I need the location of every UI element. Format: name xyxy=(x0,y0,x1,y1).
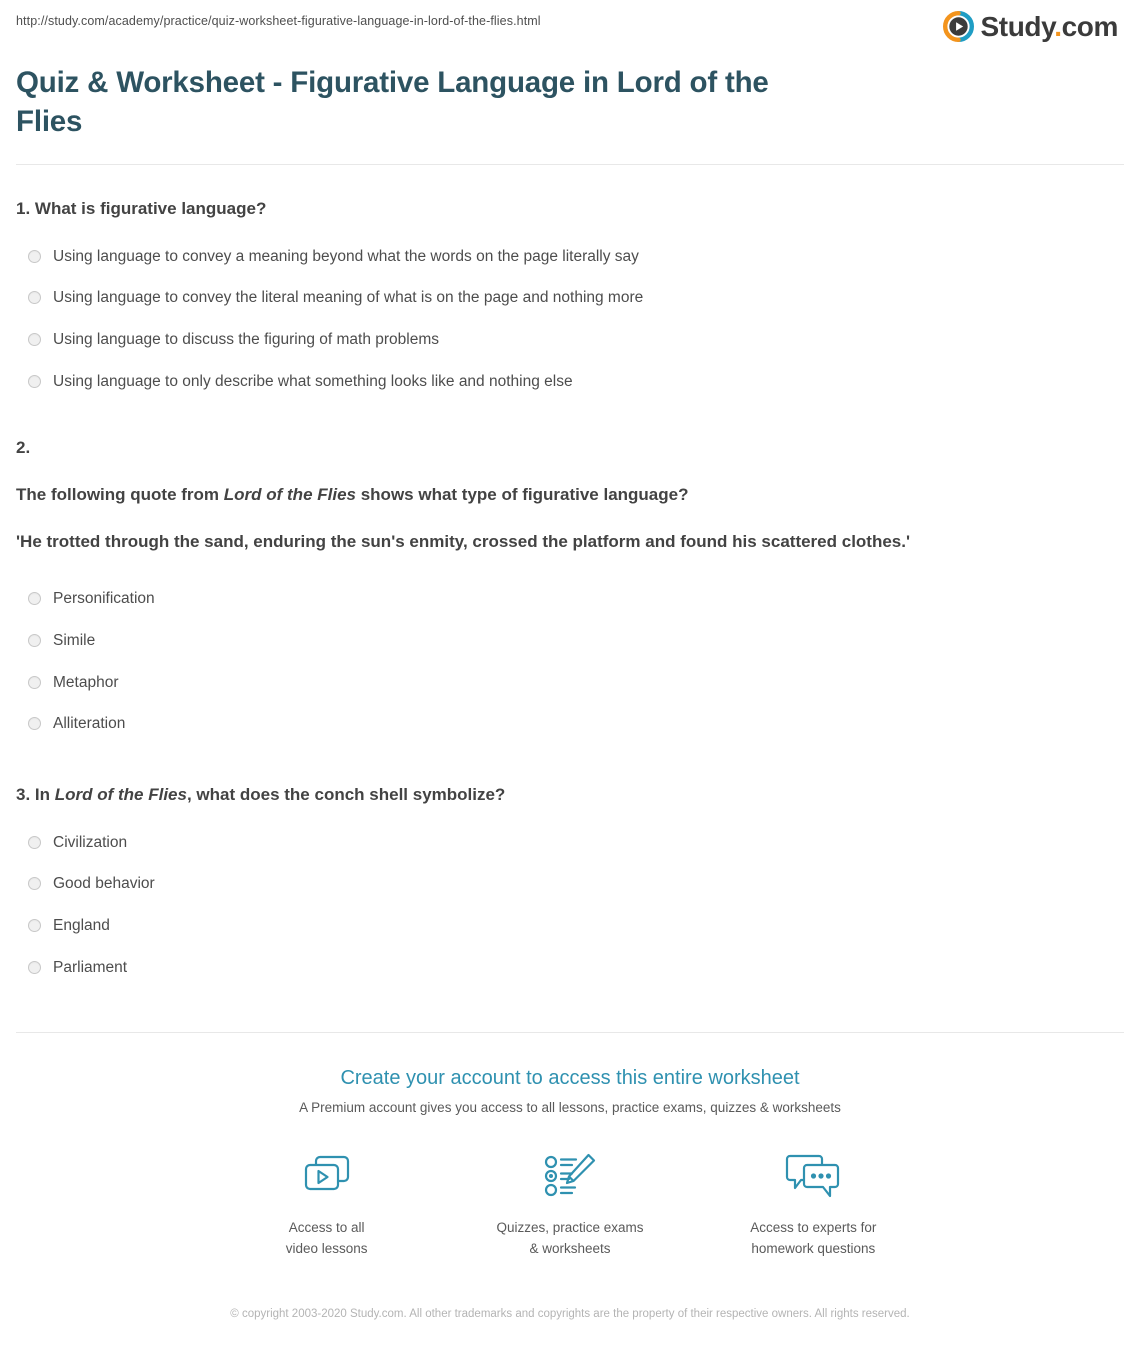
radio-button-icon[interactable] xyxy=(28,835,41,849)
premium-account-subtitle: A Premium account gives you access to al… xyxy=(299,1100,841,1116)
question-1-option-1[interactable]: Using language to convey a meaning beyon… xyxy=(16,236,1124,278)
radio-button-icon[interactable] xyxy=(28,960,41,974)
radio-button-icon[interactable] xyxy=(28,918,41,932)
question-1: 1. What is figurative language? Using la… xyxy=(16,169,1124,402)
question-3-option-3[interactable]: England xyxy=(16,905,1124,947)
quiz-checklist-pencil-icon xyxy=(448,1148,691,1204)
study-com-logo[interactable]: Study.com xyxy=(942,10,1124,42)
feature-quizzes-worksheets: Quizzes, practice exams & worksheets xyxy=(448,1148,691,1260)
question-1-prompt: 1. What is figurative language? xyxy=(16,197,1124,222)
option-label: Alliteration xyxy=(53,715,126,733)
question-2-prompt: The following quote from Lord of the Fli… xyxy=(16,483,1124,508)
question-3-option-4[interactable]: Parliament xyxy=(16,947,1124,989)
logo-text-dot: . xyxy=(1054,10,1062,42)
question-2-number: 2. xyxy=(16,438,31,458)
question-1-option-3[interactable]: Using language to discuss the figuring o… xyxy=(16,319,1124,361)
questions-list: 1. What is figurative language? Using la… xyxy=(16,165,1124,988)
question-1-options: Using language to convey a meaning beyon… xyxy=(16,236,1124,403)
feature-expert-help: Access to experts for homework questions xyxy=(692,1148,935,1260)
question-3-options: Civilization Good behavior England Parli… xyxy=(16,822,1124,989)
premium-features: Access to all video lessons Quizzes, pra… xyxy=(205,1148,935,1260)
radio-button-icon[interactable] xyxy=(28,633,41,647)
question-3-number: 3. In xyxy=(16,784,55,804)
option-label: Good behavior xyxy=(53,875,155,893)
question-1-option-2[interactable]: Using language to convey the literal mea… xyxy=(16,277,1124,319)
question-3-book-title: Lord of the Flies xyxy=(54,784,187,804)
page-url: http://study.com/academy/practice/quiz-w… xyxy=(16,14,541,28)
option-label: Using language to convey a meaning beyon… xyxy=(53,247,639,265)
question-1-text: What is figurative language? xyxy=(34,198,267,218)
question-2-book-title: Lord of the Flies xyxy=(223,484,356,504)
question-2-option-2[interactable]: Simile xyxy=(16,620,1124,662)
feature-video-lessons: Access to all video lessons xyxy=(205,1148,448,1260)
question-1-option-4[interactable]: Using language to only describe what som… xyxy=(16,361,1124,403)
radio-button-icon[interactable] xyxy=(28,592,41,606)
question-3-prompt: 3. In Lord of the Flies, what does the c… xyxy=(16,783,1124,808)
question-3-option-2[interactable]: Good behavior xyxy=(16,863,1124,905)
create-account-link[interactable]: Create your account to access this entir… xyxy=(340,1065,799,1091)
logo-text-main: Study xyxy=(980,10,1055,42)
logo-wordmark: Study.com xyxy=(980,10,1119,42)
chat-bubbles-icon xyxy=(692,1148,935,1204)
option-label: Parliament xyxy=(53,958,128,976)
feature-label: Quizzes, practice exams & worksheets xyxy=(496,1220,644,1257)
video-lessons-icon xyxy=(205,1148,448,1204)
option-label: Using language to discuss the figuring o… xyxy=(53,330,439,348)
radio-button-icon[interactable] xyxy=(28,249,41,263)
question-2-quote: 'He trotted through the sand, enduring t… xyxy=(16,531,911,551)
question-2-option-3[interactable]: Metaphor xyxy=(16,662,1124,704)
question-1-number: 1. xyxy=(16,198,35,218)
question-2-prompt-a: The following quote from xyxy=(16,484,224,504)
question-2-option-1[interactable]: Personification xyxy=(16,578,1124,620)
page-title: Quiz & Worksheet - Figurative Language i… xyxy=(16,66,769,138)
radio-button-icon[interactable] xyxy=(28,332,41,346)
option-label: Personification xyxy=(53,590,155,608)
feature-label: Access to experts for homework questions xyxy=(750,1220,877,1257)
copyright-notice: © copyright 2003-2020 Study.com. All oth… xyxy=(230,1308,910,1321)
question-3-option-1[interactable]: Civilization xyxy=(16,822,1124,864)
option-label: Using language to only describe what som… xyxy=(53,372,573,390)
feature-label: Access to all video lessons xyxy=(285,1220,368,1257)
option-label: Simile xyxy=(53,631,96,649)
question-2-options: Personification Simile Metaphor Allitera… xyxy=(16,578,1124,745)
radio-button-icon[interactable] xyxy=(28,877,41,891)
radio-button-icon[interactable] xyxy=(28,374,41,388)
question-2-option-4[interactable]: Alliteration xyxy=(16,703,1124,745)
worksheet-page: http://study.com/academy/practice/quiz-w… xyxy=(0,0,1140,1348)
page-header: http://study.com/academy/practice/quiz-w… xyxy=(16,0,1124,48)
question-2-prompt-b: shows what type of figurative language? xyxy=(356,484,689,504)
option-label: Using language to convey the literal mea… xyxy=(53,289,644,307)
radio-button-icon[interactable] xyxy=(28,675,41,689)
radio-button-icon[interactable] xyxy=(28,291,41,305)
option-label: Civilization xyxy=(53,833,128,851)
play-circle-icon xyxy=(942,11,974,42)
question-2: 2. The following quote from Lord of the … xyxy=(16,402,1124,745)
create-account-cta: Create your account to access this entir… xyxy=(16,1033,1124,1348)
question-3-prompt-suffix: , what does the conch shell symbolize? xyxy=(186,784,506,804)
option-label: England xyxy=(53,916,110,934)
question-3: 3. In Lord of the Flies, what does the c… xyxy=(16,745,1124,988)
logo-text-tld: com xyxy=(1061,10,1119,42)
option-label: Metaphor xyxy=(53,673,119,691)
radio-button-icon[interactable] xyxy=(28,717,41,731)
